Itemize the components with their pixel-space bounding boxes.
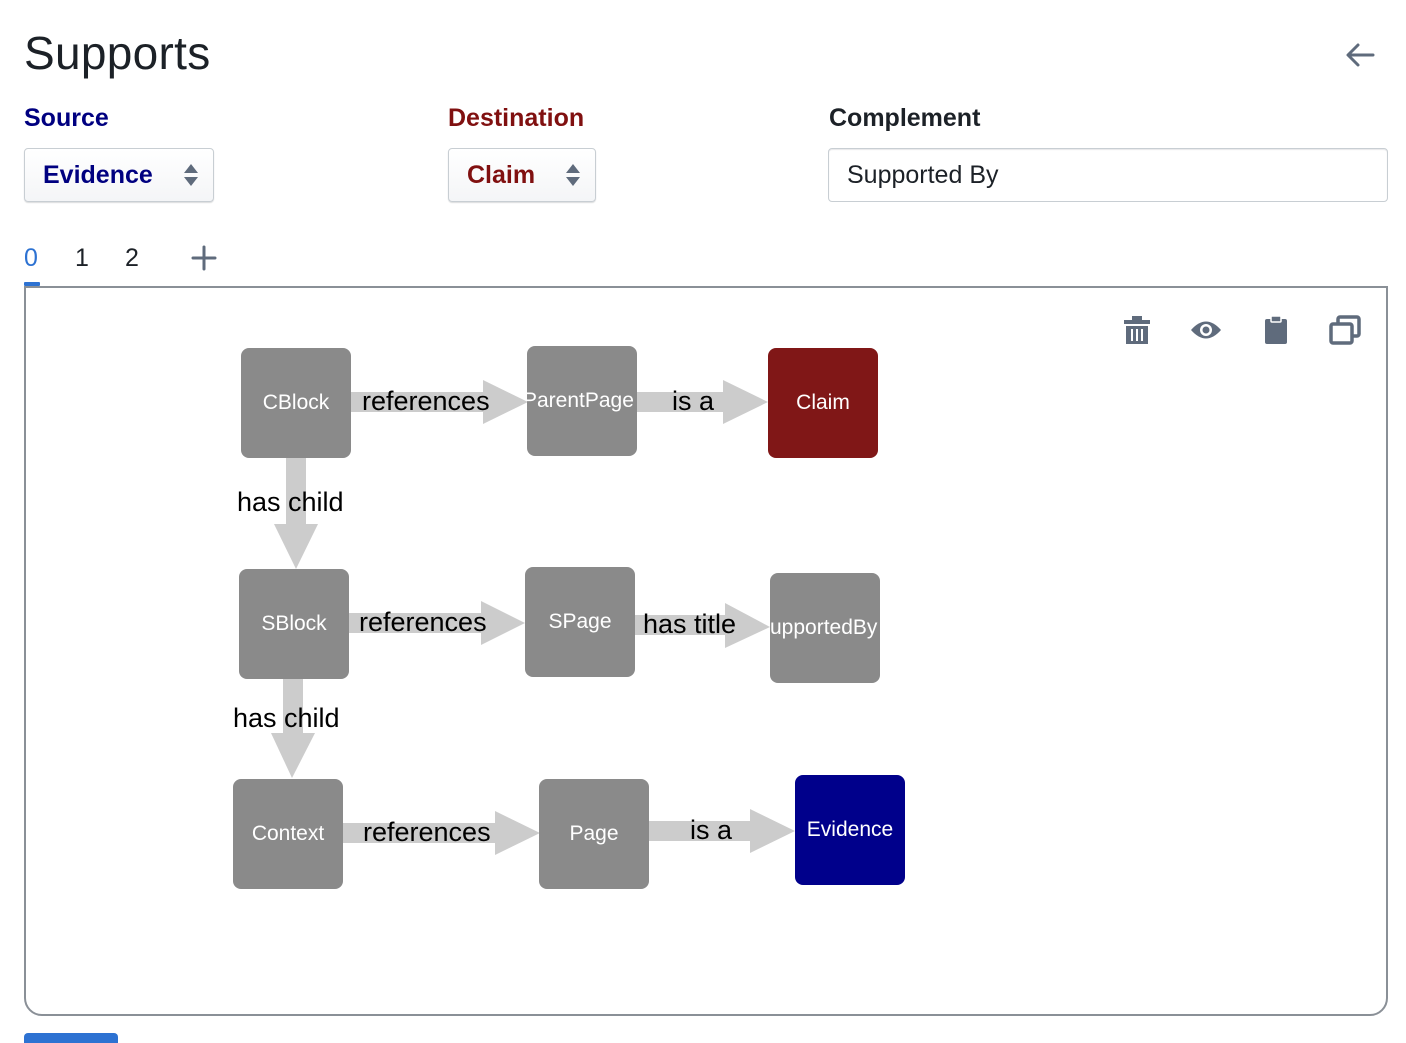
node-context[interactable]: Context [233,779,343,889]
edge-label-spage-supportedby: has title [643,609,737,639]
node-page[interactable]: Page [539,779,649,889]
edge-label-parentpage-claim: is a [672,386,715,416]
graph-edges [271,380,795,855]
node-supportedby[interactable]: SupportedBy [770,573,880,683]
node-spage[interactable]: SPage [525,567,635,677]
edge-label-sblock-spage: references [359,607,487,637]
bottom-action-button[interactable] [24,1033,118,1043]
edge-label-sblock-context: has child [233,703,340,733]
node-parentpage[interactable]: ParentPage [527,346,637,456]
edge-label-cblock-sblock: has child [237,487,344,517]
edge-label-page-evidence: is a [690,815,733,845]
node-sblock[interactable]: SBlock [239,569,349,679]
node-evidence[interactable]: Evidence [795,775,905,885]
node-claim[interactable]: Claim [768,348,878,458]
edge-label-cblock-parentpage: references [362,386,490,416]
edge-label-context-page: references [363,817,491,847]
node-cblock[interactable]: CBlock [241,348,351,458]
